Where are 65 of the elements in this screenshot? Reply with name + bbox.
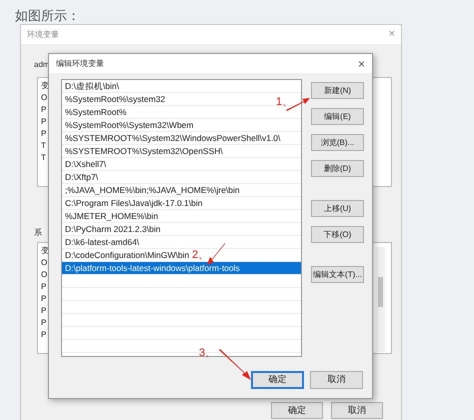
arrow [206,242,226,266]
list-row[interactable]: D:\Xftp7\ [62,171,301,184]
step-label: 3、 [199,347,216,359]
list-item: O [41,258,48,268]
path-text: D:\codeConfiguration\MinGW\bin [65,249,190,261]
path-text: %SystemRoot%\system32 [65,93,166,105]
list-row[interactable]: D:\PyCharm 2021.2.3\bin [62,223,301,236]
path-text: %SYSTEMROOT%\System32\OpenSSH\ [65,145,223,157]
system-label: 系 [34,227,42,239]
side-button[interactable]: 浏览(B)... [311,134,364,151]
list-item: P [41,318,46,328]
path-text: %SystemRoot%\System32\Wbem [65,119,194,131]
step-label: 1、 [276,96,294,108]
list-row[interactable]: D:\platform-tools-latest-windows\platform-tools [62,262,301,275]
side-button[interactable]: 编辑(E) [311,108,364,125]
path-text: D:\k6-latest-amd64\ [65,236,140,248]
side-button[interactable]: 下移(O) [311,226,364,243]
path-text: D:\虚拟机\bin\ [65,80,119,92]
list-row[interactable]: %SystemRoot%\System32\Wbem [62,119,301,132]
list-item: P [41,330,46,340]
list-row[interactable]: D:\k6-latest-amd64\ [62,236,301,249]
path-text: D:\Xftp7\ [65,171,98,183]
list-row[interactable]: C:\Program Files\Java\jdk-17.0.1\bin [62,197,301,210]
list-item: O [41,270,48,280]
list-item: P [41,306,46,316]
dialog-button[interactable]: 取消 [310,371,363,389]
list-item: 变 [41,81,49,91]
side-button[interactable]: 上移(U) [311,200,364,217]
side-button[interactable]: 编辑文本(T)... [311,266,364,283]
dialog-button[interactable]: 确定 [271,402,323,419]
path-text: C:\Program Files\Java\jdk-17.0.1\bin [65,197,202,209]
window-title: 环境变量 [27,28,59,40]
side-button[interactable]: 新建(N) [311,82,364,99]
list-item: T [41,141,46,151]
path-text: D:\Xshell7\ [65,158,106,170]
path-text: D:\PyCharm 2021.2.3\bin [65,223,160,235]
path-text: %SYSTEMROOT%\System32\WindowsPowerShell\v1.0\ [65,132,280,144]
close-icon[interactable]: × [358,58,365,70]
dialog-button[interactable]: 确定 [251,371,304,389]
list-row[interactable]: ;%JAVA_HOME%\bin;%JAVA_HOME%\jre\bin [62,184,301,197]
list-item: P [41,105,46,115]
path-text: %SystemRoot% [65,106,126,118]
list-row[interactable]: %SystemRoot% [62,106,301,119]
list-item: P [41,294,46,304]
arrow [218,349,252,381]
list-item: 变 [41,246,49,256]
list-item: P [41,129,46,139]
side-button[interactable]: 删除(D) [311,160,364,177]
list-row[interactable]: %SYSTEMROOT%\System32\OpenSSH\ [62,145,301,158]
list-item: O [41,93,48,103]
dialog-button[interactable]: 取消 [331,402,383,419]
list-row[interactable]: D:\Xshell7\ [62,158,301,171]
step-label: 2、 [192,249,210,261]
arrow [285,96,311,112]
dialog-title: 编辑环境变量 [56,58,104,70]
path-text: %JMETER_HOME%\bin [65,210,158,222]
list-row[interactable]: %JMETER_HOME%\bin [62,210,301,223]
list-row[interactable]: D:\虚拟机\bin\ [62,80,301,93]
path-text: ;%JAVA_HOME%\bin;%JAVA_HOME%\jre\bin [65,184,240,196]
path-text: D:\platform-tools-latest-windows\platform-tools [65,262,240,274]
list-item: T [41,153,46,163]
list-row[interactable]: %SYSTEMROOT%\System32\WindowsPowerShell\v1.0\ [62,132,301,145]
list-item: P [41,282,46,292]
list-item: P [41,117,46,127]
page-text: 如图所示： [15,7,80,25]
